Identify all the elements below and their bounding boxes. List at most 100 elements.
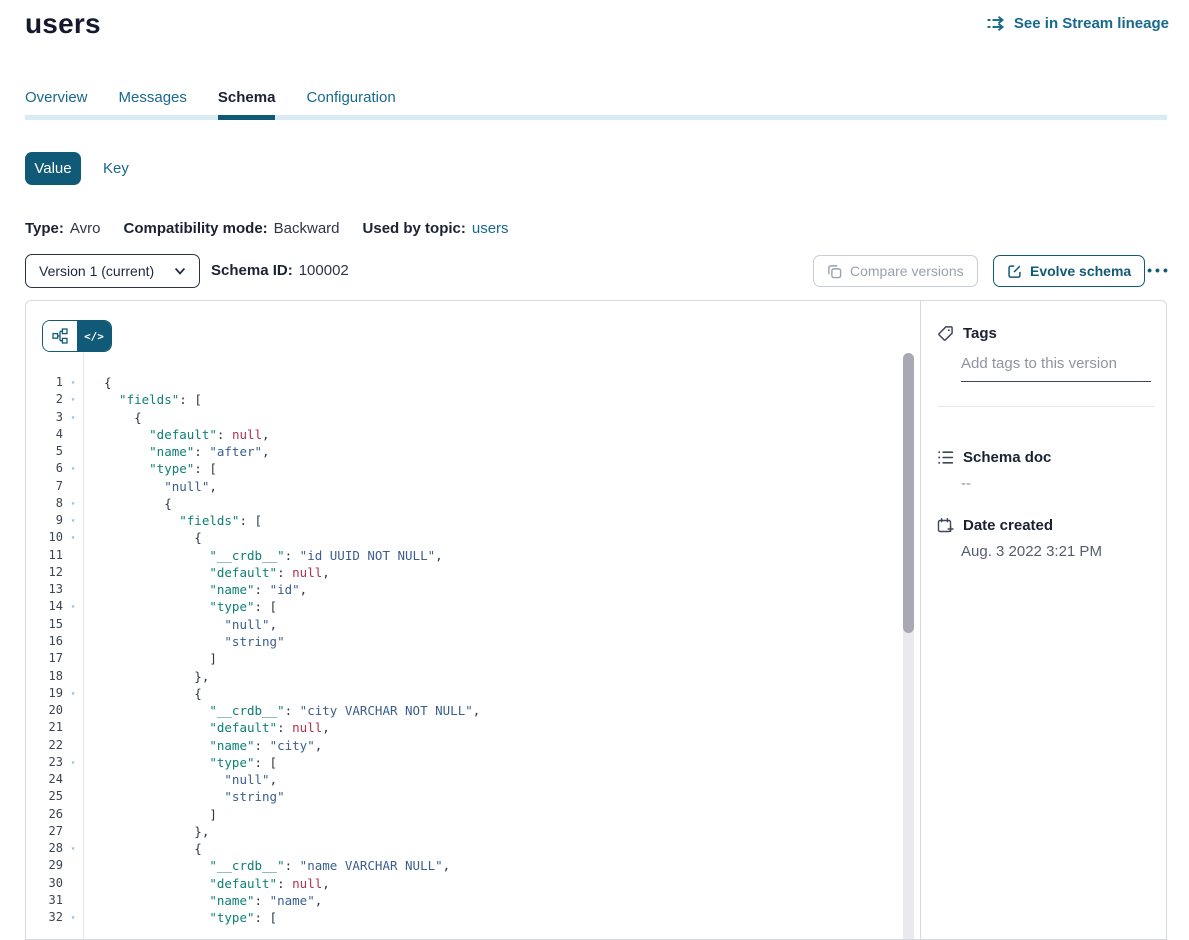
fold-spacer — [63, 616, 83, 633]
tab-schema[interactable]: Schema — [218, 89, 276, 110]
line-number: 15 — [26, 616, 63, 633]
type-value: Avro — [70, 220, 101, 237]
tree-view-button[interactable] — [43, 321, 77, 351]
code-line: 4"default": null, — [26, 426, 896, 443]
fold-spacer — [63, 823, 83, 840]
evolve-schema-label: Evolve schema — [1030, 263, 1131, 279]
line-number: 29 — [26, 857, 63, 874]
fold-spacer — [63, 650, 83, 667]
version-select[interactable]: Version 1 (current) — [25, 254, 200, 288]
tab-messages[interactable]: Messages — [119, 89, 187, 110]
code-text: "default": null, — [104, 719, 330, 736]
compatibility-label: Compatibility mode: — [123, 220, 267, 237]
tree-view-icon — [52, 328, 68, 344]
fold-arrow-icon[interactable]: ▾ — [63, 754, 83, 771]
code-line: 16"string" — [26, 633, 896, 650]
tab-overview[interactable]: Overview — [25, 89, 88, 110]
fold-spacer — [63, 581, 83, 598]
tab-underline-track — [25, 115, 1167, 120]
stream-lineage-link[interactable]: See in Stream lineage — [987, 15, 1169, 32]
code-text: "type": [ — [104, 909, 277, 926]
line-number: 13 — [26, 581, 63, 598]
code-text: }, — [104, 823, 209, 840]
fold-spacer — [63, 806, 83, 823]
code-scrollbar[interactable] — [903, 353, 914, 939]
code-line: 17] — [26, 650, 896, 667]
code-line: 15"null", — [26, 616, 896, 633]
fold-arrow-icon[interactable]: ▾ — [63, 460, 83, 477]
fold-arrow-icon[interactable]: ▾ — [63, 909, 83, 926]
tab-configuration[interactable]: Configuration — [306, 89, 395, 110]
fold-arrow-icon[interactable]: ▾ — [63, 598, 83, 615]
edit-icon — [1007, 264, 1022, 279]
tags-input[interactable] — [961, 355, 1151, 382]
page-title: users — [25, 8, 101, 40]
code-text: "name": "after", — [104, 443, 270, 460]
code-line: 13 "name": "id", — [26, 581, 896, 598]
code-line: 24"null", — [26, 771, 896, 788]
tags-section-header: Tags — [937, 325, 997, 342]
code-text: "string" — [104, 788, 285, 805]
fold-spacer — [63, 737, 83, 754]
code-line: 9▾"fields": [ — [26, 512, 896, 529]
line-number: 28 — [26, 840, 63, 857]
code-text: "name": "id", — [104, 581, 307, 598]
line-number: 30 — [26, 875, 63, 892]
line-number: 14 — [26, 598, 63, 615]
code-text: "__crdb__": "id UUID NOT NULL", — [104, 547, 443, 564]
code-line: 30"default": null, — [26, 875, 896, 892]
fold-arrow-icon[interactable]: ▾ — [63, 409, 83, 426]
code-text: { — [104, 374, 112, 391]
fold-arrow-icon[interactable]: ▾ — [63, 840, 83, 857]
code-text: "__crdb__": "name VARCHAR NULL", — [104, 857, 450, 874]
line-number: 31 — [26, 892, 63, 909]
code-scrollbar-thumb[interactable] — [903, 353, 914, 633]
stream-lineage-icon — [987, 16, 1006, 31]
line-number: 1 — [26, 374, 63, 391]
code-line: 29 "__crdb__": "name VARCHAR NULL", — [26, 857, 896, 874]
code-lines: 1▾{2▾"fields": [3▾{4"default": null,5"na… — [26, 374, 896, 927]
line-number: 6 — [26, 460, 63, 477]
code-text: "type": [ — [104, 598, 277, 615]
code-text: "default": null, — [104, 426, 270, 443]
code-line: 28▾ { — [26, 840, 896, 857]
schema-id: Schema ID:100002 — [211, 262, 349, 279]
code-line: 5"name": "after", — [26, 443, 896, 460]
compare-versions-button[interactable]: Compare versions — [813, 255, 978, 287]
tab-bar: Overview Messages Schema Configuration — [25, 89, 396, 110]
fold-arrow-icon[interactable]: ▾ — [63, 374, 83, 391]
code-line: 19▾ { — [26, 685, 896, 702]
line-number: 19 — [26, 685, 63, 702]
code-text: { — [104, 840, 202, 857]
code-editor: </> 1▾{2▾"fields": [3▾{4"default": null,… — [26, 301, 921, 939]
line-number: 9 — [26, 512, 63, 529]
code-line: 25"string" — [26, 788, 896, 805]
code-line: 7"null", — [26, 478, 896, 495]
fold-arrow-icon[interactable]: ▾ — [63, 495, 83, 512]
fold-arrow-icon[interactable]: ▾ — [63, 529, 83, 546]
fold-spacer — [63, 857, 83, 874]
more-options-button[interactable]: ••• — [1141, 254, 1177, 286]
code-line: 20"__crdb__": "city VARCHAR NOT NULL", — [26, 702, 896, 719]
fold-arrow-icon[interactable]: ▾ — [63, 391, 83, 408]
code-view-button[interactable]: </> — [77, 321, 111, 351]
code-text: "fields": [ — [104, 391, 202, 408]
evolve-schema-button[interactable]: Evolve schema — [993, 255, 1145, 287]
used-by-topic-label: Used by topic: — [363, 220, 466, 237]
line-number: 17 — [26, 650, 63, 667]
fold-spacer — [63, 426, 83, 443]
code-text: ] — [104, 650, 217, 667]
key-tab-button[interactable]: Key — [103, 152, 129, 185]
fold-spacer — [63, 788, 83, 805]
fold-arrow-icon[interactable]: ▾ — [63, 685, 83, 702]
stream-lineage-label: See in Stream lineage — [1014, 15, 1169, 32]
topic-link[interactable]: users — [472, 220, 509, 237]
type-label: Type: — [25, 220, 64, 237]
fold-arrow-icon[interactable]: ▾ — [63, 512, 83, 529]
value-tab-button[interactable]: Value — [25, 152, 81, 185]
compatibility-value: Backward — [274, 220, 340, 237]
code-text: { — [104, 685, 202, 702]
code-line: 11"__crdb__": "id UUID NOT NULL", — [26, 547, 896, 564]
code-line: 26] — [26, 806, 896, 823]
details-sidebar: Tags Schema doc -- — [922, 301, 1166, 939]
